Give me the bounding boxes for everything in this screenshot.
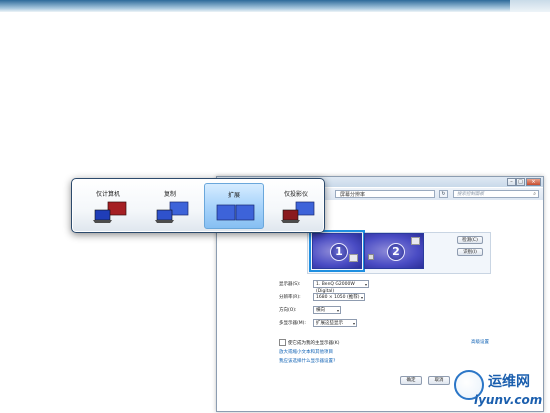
- maximize-button[interactable]: □: [516, 178, 525, 186]
- option-extend[interactable]: 扩展: [204, 183, 264, 229]
- detect-button[interactable]: 检测(C): [457, 236, 483, 244]
- multi-display-select[interactable]: 扩展这些显示 ▾: [313, 319, 357, 327]
- chevron-down-icon: ▾: [360, 295, 363, 300]
- ok-button[interactable]: 确定: [400, 376, 422, 385]
- orientation-select[interactable]: 横向 ▾: [313, 306, 341, 314]
- identify-button[interactable]: 识别(I): [457, 248, 483, 256]
- address-bar[interactable]: 屏幕分辨率: [335, 190, 435, 198]
- checkbox-box[interactable]: [279, 339, 286, 346]
- cancel-button[interactable]: 取消: [428, 376, 450, 385]
- recycle-bin-icon: [368, 254, 374, 260]
- display-select[interactable]: 1. BenQ G2000W (Digital) ▾: [313, 280, 369, 294]
- monitor-1[interactable]: 1: [309, 230, 365, 272]
- display-label: 显示器(S):: [279, 282, 301, 287]
- option-projector-only[interactable]: 仅投影仪: [266, 183, 326, 229]
- close-button[interactable]: ×: [526, 178, 541, 186]
- multi-display-label: 多显示器(M):: [279, 321, 306, 326]
- orientation-value: 横向: [316, 308, 325, 313]
- resolution-select[interactable]: 1680 × 1050 (推荐) ▾: [313, 293, 365, 301]
- watermark-brand: 运维网: [488, 374, 530, 390]
- monitor-2-number: 2: [387, 243, 405, 261]
- window-icon: [411, 237, 420, 245]
- main-display-checkbox[interactable]: 使它成为我的主显示器(K): [279, 339, 339, 348]
- duplicate-icon: [155, 201, 189, 223]
- taskbar-icon: [349, 254, 358, 262]
- monitor-2[interactable]: 2: [364, 233, 424, 269]
- window-frame-strip: [510, 0, 550, 12]
- chevron-down-icon: ▾: [336, 308, 339, 313]
- extend-icon: [216, 204, 255, 221]
- watermark-domain: iyunv.com: [474, 393, 543, 407]
- display-help-link[interactable]: 我应该选择什么显示器设置?: [279, 358, 335, 366]
- window-frame-top: [0, 0, 550, 12]
- site-watermark: 运维网 iyunv.com: [452, 368, 548, 410]
- search-input[interactable]: 搜索控制面板 ⌕: [453, 190, 539, 198]
- minimize-button[interactable]: –: [507, 178, 516, 186]
- orientation-label: 方向(O):: [279, 308, 297, 313]
- search-placeholder: 搜索控制面板: [457, 192, 484, 197]
- refresh-icon[interactable]: ↻: [439, 190, 448, 198]
- multi-display-value: 扩展这些显示: [316, 321, 343, 326]
- option-computer-only[interactable]: 仅计算机: [78, 183, 138, 229]
- text-size-link[interactable]: 放大或缩小文本和其他项目: [279, 349, 333, 357]
- advanced-settings-link[interactable]: 高级设置: [471, 339, 489, 347]
- chevron-down-icon: ▾: [352, 321, 355, 326]
- resolution-value: 1680 × 1050 (推荐): [316, 295, 360, 300]
- address-text: 屏幕分辨率: [340, 192, 366, 198]
- chevron-down-icon: ▾: [364, 282, 367, 287]
- computer-only-icon: [93, 201, 127, 223]
- projection-switcher: 仅计算机 复制 扩展 仅投影仪: [71, 178, 325, 233]
- resolution-label: 分辨率(R):: [279, 295, 301, 300]
- monitor-1-number: 1: [330, 243, 348, 261]
- option-duplicate[interactable]: 复制: [140, 183, 200, 229]
- search-icon: ⌕: [533, 191, 536, 197]
- projector-only-icon: [281, 201, 315, 223]
- main-display-label: 使它成为我的主显示器(K): [288, 341, 340, 346]
